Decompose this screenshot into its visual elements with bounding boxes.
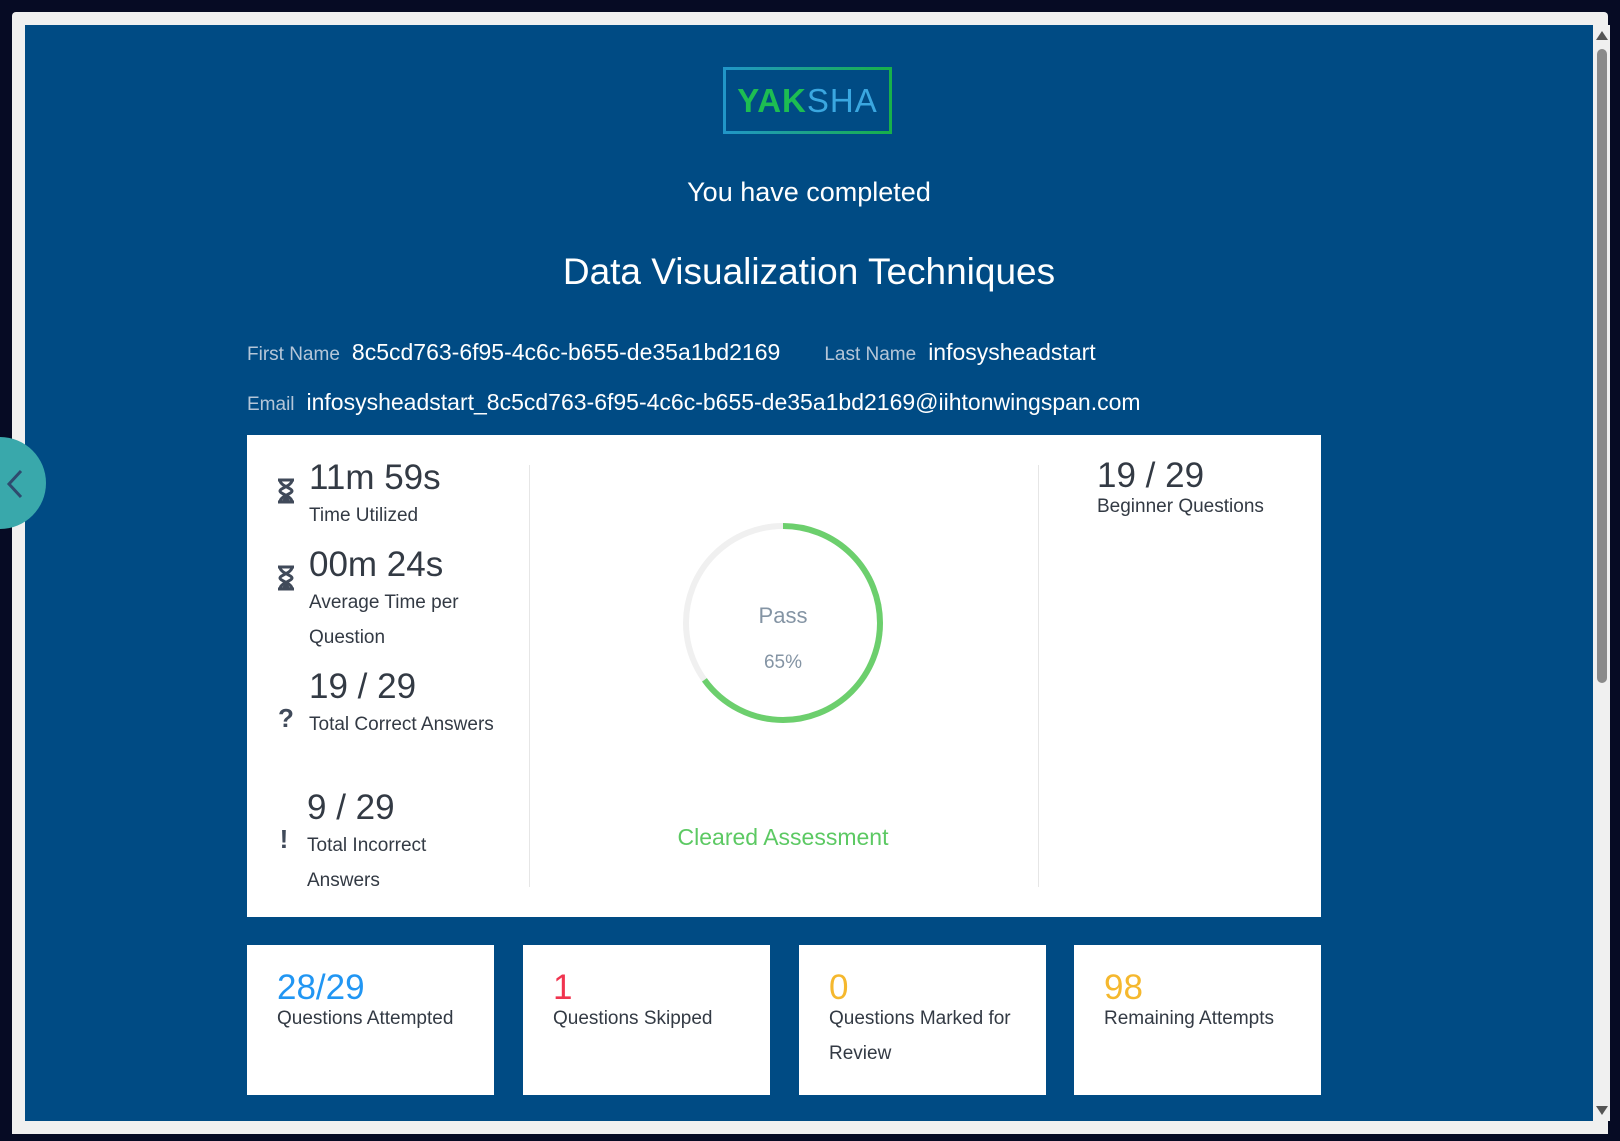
- result-percent: 65%: [763, 652, 803, 673]
- results-card: 11m 59s Time Utilized 00m 24s Average Ti…: [247, 435, 1321, 917]
- cleared-assessment-text: Cleared Assessment: [677, 824, 889, 850]
- hourglass-icon: [275, 478, 297, 511]
- scroll-up-arrow-icon[interactable]: [1596, 31, 1608, 40]
- stat-label: Total Correct Answers: [309, 714, 494, 735]
- summary-label: Remaining Attempts: [1104, 1008, 1275, 1029]
- last-name-value: infosysheadstart: [928, 339, 1096, 365]
- summary-label: Questions Marked for Review: [829, 1008, 1011, 1064]
- summary-label: Questions Skipped: [553, 1008, 713, 1029]
- card-divider-left: [529, 465, 530, 887]
- results-page: YAK SHA You have completed Data Visualiza…: [25, 25, 1593, 1121]
- chevron-left-icon: [6, 469, 23, 499]
- name-row: First Name 8c5cd763-6f95-4c6c-b655-de35a1…: [247, 339, 1096, 366]
- last-name-label: Last Name: [824, 344, 917, 365]
- summary-card-remaining: 98 Remaining Attempts: [1074, 945, 1321, 1095]
- first-name-label: First Name: [247, 344, 340, 365]
- email-value: infosysheadstart_8c5cd763-6f95-4c6c-b655…: [306, 389, 1141, 415]
- summary-card-attempted: 28/29 Questions Attempted: [247, 945, 494, 1095]
- stat-value: 19 / 29: [309, 667, 417, 706]
- scroll-down-arrow-icon[interactable]: [1596, 1106, 1608, 1115]
- stat-value: 00m 24s: [309, 545, 444, 584]
- logo-text-part1: YAK: [737, 81, 807, 119]
- beginner-questions-value: 19 / 29: [1097, 456, 1205, 495]
- summary-card-skipped: 1 Questions Skipped: [523, 945, 770, 1095]
- yaksha-logo: YAK SHA: [723, 67, 892, 134]
- email-label: Email: [247, 394, 295, 415]
- hourglass-icon: [275, 565, 297, 598]
- completed-message: You have completed: [687, 177, 931, 207]
- card-divider-right: [1038, 465, 1039, 887]
- logo-text-part2: SHA: [806, 81, 878, 119]
- stat-label: Time Utilized: [309, 505, 419, 526]
- vertical-scrollbar[interactable]: [1593, 25, 1610, 1121]
- beginner-questions-label: Beginner Questions: [1097, 496, 1264, 517]
- stat-label: Average Time per Question: [309, 592, 459, 648]
- stat-value: 9 / 29: [307, 788, 395, 827]
- question-icon: ?: [278, 703, 294, 733]
- exclamation-icon: !: [279, 824, 289, 854]
- first-name-value: 8c5cd763-6f95-4c6c-b655-de35a1bd2169: [351, 339, 781, 365]
- summary-label: Questions Attempted: [277, 1008, 454, 1029]
- stat-label: Total Incorrect Answers: [307, 835, 427, 891]
- assessment-title: Data Visualization Techniques: [562, 251, 1056, 292]
- browser-frame-bottom: [12, 1121, 1608, 1134]
- summary-card-marked-review: 0 Questions Marked for Review: [799, 945, 1046, 1095]
- email-row: Email infosysheadstart_8c5cd763-6f95-4c6c…: [247, 389, 1141, 416]
- result-status: Pass: [758, 603, 808, 628]
- stat-value: 11m 59s: [309, 458, 441, 497]
- scrollbar-thumb[interactable]: [1597, 49, 1607, 683]
